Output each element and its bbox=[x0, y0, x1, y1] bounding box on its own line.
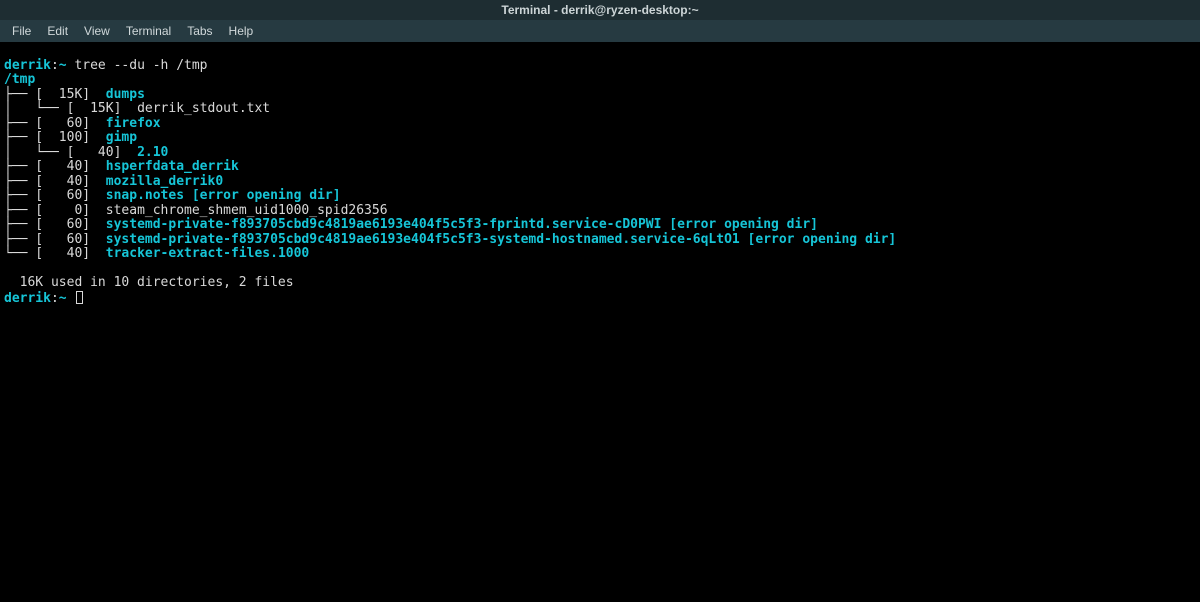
menu-file[interactable]: File bbox=[4, 22, 39, 40]
tree-line: ├── [ 100] gimp bbox=[4, 130, 137, 145]
tree-line: ├── [ 40] mozilla_derrik0 bbox=[4, 174, 223, 189]
tree-line: ├── [ 0] steam_chrome_shmem_uid1000_spid… bbox=[4, 203, 388, 218]
menu-view[interactable]: View bbox=[76, 22, 118, 40]
terminal-viewport[interactable]: derrik:~ tree --du -h /tmp /tmp ├── [ 15… bbox=[0, 42, 1200, 325]
menu-help[interactable]: Help bbox=[221, 22, 262, 40]
tree-summary: 16K used in 10 directories, 2 files bbox=[4, 275, 294, 290]
prompt2-user: derrik bbox=[4, 291, 51, 306]
tree-line: │ └── [ 40] 2.10 bbox=[4, 145, 168, 160]
prompt-path: ~ bbox=[59, 58, 67, 73]
prompt-sep: : bbox=[51, 58, 59, 73]
tree-line: ├── [ 60] snap.notes [error opening dir] bbox=[4, 188, 341, 203]
prompt2-path: ~ bbox=[59, 291, 67, 306]
window-titlebar: Terminal - derrik@ryzen-desktop:~ bbox=[0, 0, 1200, 20]
menu-tabs[interactable]: Tabs bbox=[179, 22, 220, 40]
tree-root: /tmp bbox=[4, 72, 35, 87]
tree-line: │ └── [ 15K] derrik_stdout.txt bbox=[4, 101, 270, 116]
window-title: Terminal - derrik@ryzen-desktop:~ bbox=[501, 3, 698, 17]
tree-line: ├── [ 60] systemd-private-f893705cbd9c48… bbox=[4, 217, 818, 232]
tree-line: ├── [ 60] systemd-private-f893705cbd9c48… bbox=[4, 232, 896, 247]
menubar: File Edit View Terminal Tabs Help bbox=[0, 20, 1200, 42]
tree-line: ├── [ 60] firefox bbox=[4, 116, 161, 131]
prompt-command: tree --du -h /tmp bbox=[74, 58, 207, 73]
terminal-cursor[interactable] bbox=[76, 291, 83, 304]
menu-edit[interactable]: Edit bbox=[39, 22, 76, 40]
menu-terminal[interactable]: Terminal bbox=[118, 22, 179, 40]
tree-line: ├── [ 40] hsperfdata_derrik bbox=[4, 159, 239, 174]
prompt-user: derrik bbox=[4, 58, 51, 73]
terminal-output[interactable]: derrik:~ tree --du -h /tmp /tmp ├── [ 15… bbox=[4, 59, 1196, 307]
tree-line: ├── [ 15K] dumps bbox=[4, 87, 145, 102]
prompt2-sep: : bbox=[51, 291, 59, 306]
tree-line: └── [ 40] tracker-extract-files.1000 bbox=[4, 246, 309, 261]
